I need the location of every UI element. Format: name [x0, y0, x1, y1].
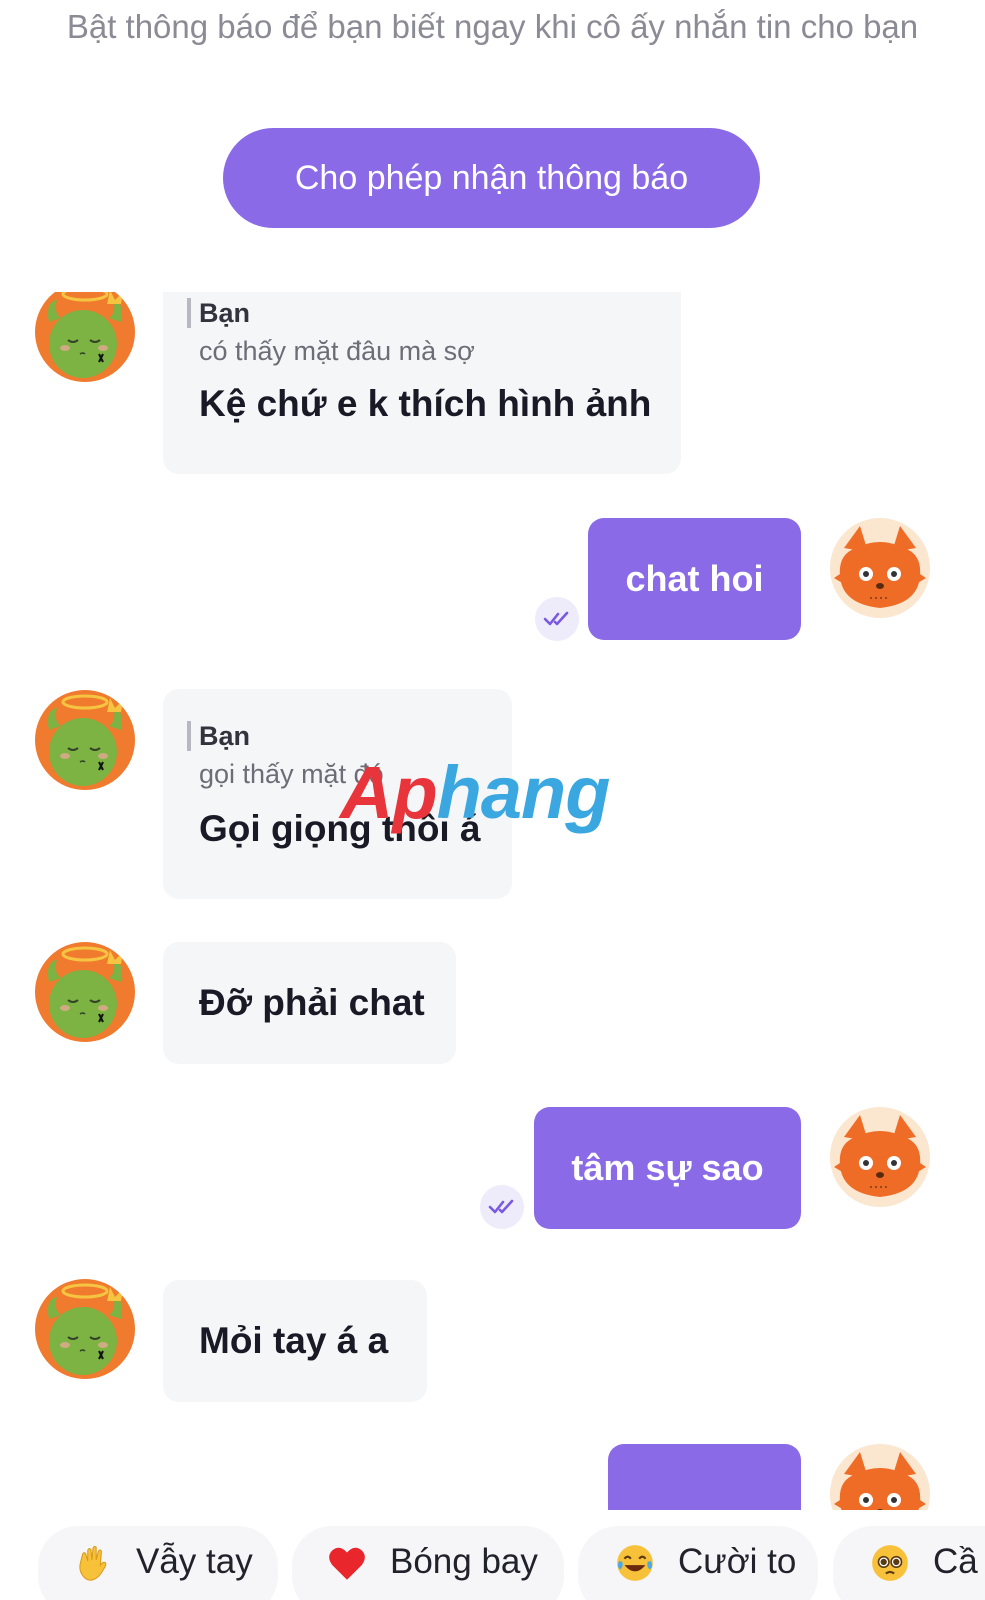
message-text: Gọi giọng thôi á — [199, 808, 481, 849]
my-avatar[interactable] — [830, 1444, 930, 1510]
outgoing-message[interactable]: chat hoi — [588, 518, 801, 640]
my-avatar[interactable] — [830, 1107, 930, 1207]
chat-messages[interactable]: Bạn có thấy mặt đâu mà sợ Kệ chứ e k thí… — [0, 292, 985, 1510]
dragon-avatar-icon — [35, 1279, 135, 1379]
quick-reply-bar: Vẫy tay Bóng bay Cười to Cầ — [0, 1510, 985, 1600]
reply-sender: Bạn — [187, 298, 645, 328]
reply-quote: gọi thấy mặt đó — [199, 759, 384, 789]
message-text: Đỡ phải chat — [199, 982, 425, 1023]
incoming-message[interactable]: Bạn gọi thấy mặt đó Gọi giọng thôi á — [163, 689, 512, 899]
message-text: Mỏi tay á a — [199, 1320, 389, 1361]
fox-avatar-icon — [830, 518, 930, 618]
reply-sender: Bạn — [187, 721, 476, 751]
quick-reply-heart[interactable]: Bóng bay — [292, 1526, 564, 1600]
quick-reply-laugh[interactable]: Cười to — [578, 1526, 818, 1600]
message-text: Kệ chứ e k thích hình ảnh — [199, 383, 652, 424]
partner-avatar[interactable] — [35, 690, 135, 790]
quick-reply-label: Cầ — [933, 1542, 978, 1581]
notification-banner-text: Bật thông báo để bạn biết ngay khi cô ấy… — [66, 8, 919, 45]
outgoing-message[interactable]: tâm sự sao — [534, 1107, 801, 1229]
incoming-message[interactable]: Mỏi tay á a — [163, 1280, 427, 1402]
dragon-avatar-icon — [35, 942, 135, 1042]
dragon-avatar-icon — [35, 690, 135, 790]
fox-avatar-icon — [830, 1107, 930, 1207]
tears-of-joy-icon — [614, 1542, 656, 1584]
quick-reply-label: Cười to — [678, 1542, 797, 1581]
partner-avatar[interactable] — [35, 1279, 135, 1379]
red-heart-icon — [326, 1542, 368, 1584]
waving-hand-icon — [72, 1542, 114, 1584]
partner-avatar[interactable] — [35, 942, 135, 1042]
message-text: tâm sự sao — [571, 1147, 764, 1188]
quick-reply-wave[interactable]: Vẫy tay — [38, 1526, 278, 1600]
quick-reply-label: Bóng bay — [390, 1542, 538, 1581]
fox-avatar-icon — [830, 1444, 930, 1510]
message-text: chat hoi — [625, 558, 764, 599]
notification-banner: Bật thông báo để bạn biết ngay khi cô ấy… — [0, 0, 985, 293]
quick-reply-label: Vẫy tay — [136, 1542, 253, 1581]
partner-avatar[interactable] — [35, 292, 135, 382]
incoming-message[interactable]: Bạn có thấy mặt đâu mà sợ Kệ chứ e k thí… — [163, 292, 681, 474]
dragon-avatar-icon — [35, 292, 135, 382]
outgoing-message[interactable] — [608, 1444, 801, 1510]
read-receipt-icon — [480, 1185, 524, 1229]
allow-notifications-button[interactable]: Cho phép nhận thông báo — [223, 128, 760, 228]
reply-quote: có thấy mặt đâu mà sợ — [199, 336, 475, 366]
pleading-face-icon — [869, 1542, 911, 1584]
incoming-message[interactable]: Đỡ phải chat — [163, 942, 456, 1064]
quick-reply-plead[interactable]: Cầ — [833, 1526, 985, 1600]
read-receipt-icon — [535, 597, 579, 641]
my-avatar[interactable] — [830, 518, 930, 618]
